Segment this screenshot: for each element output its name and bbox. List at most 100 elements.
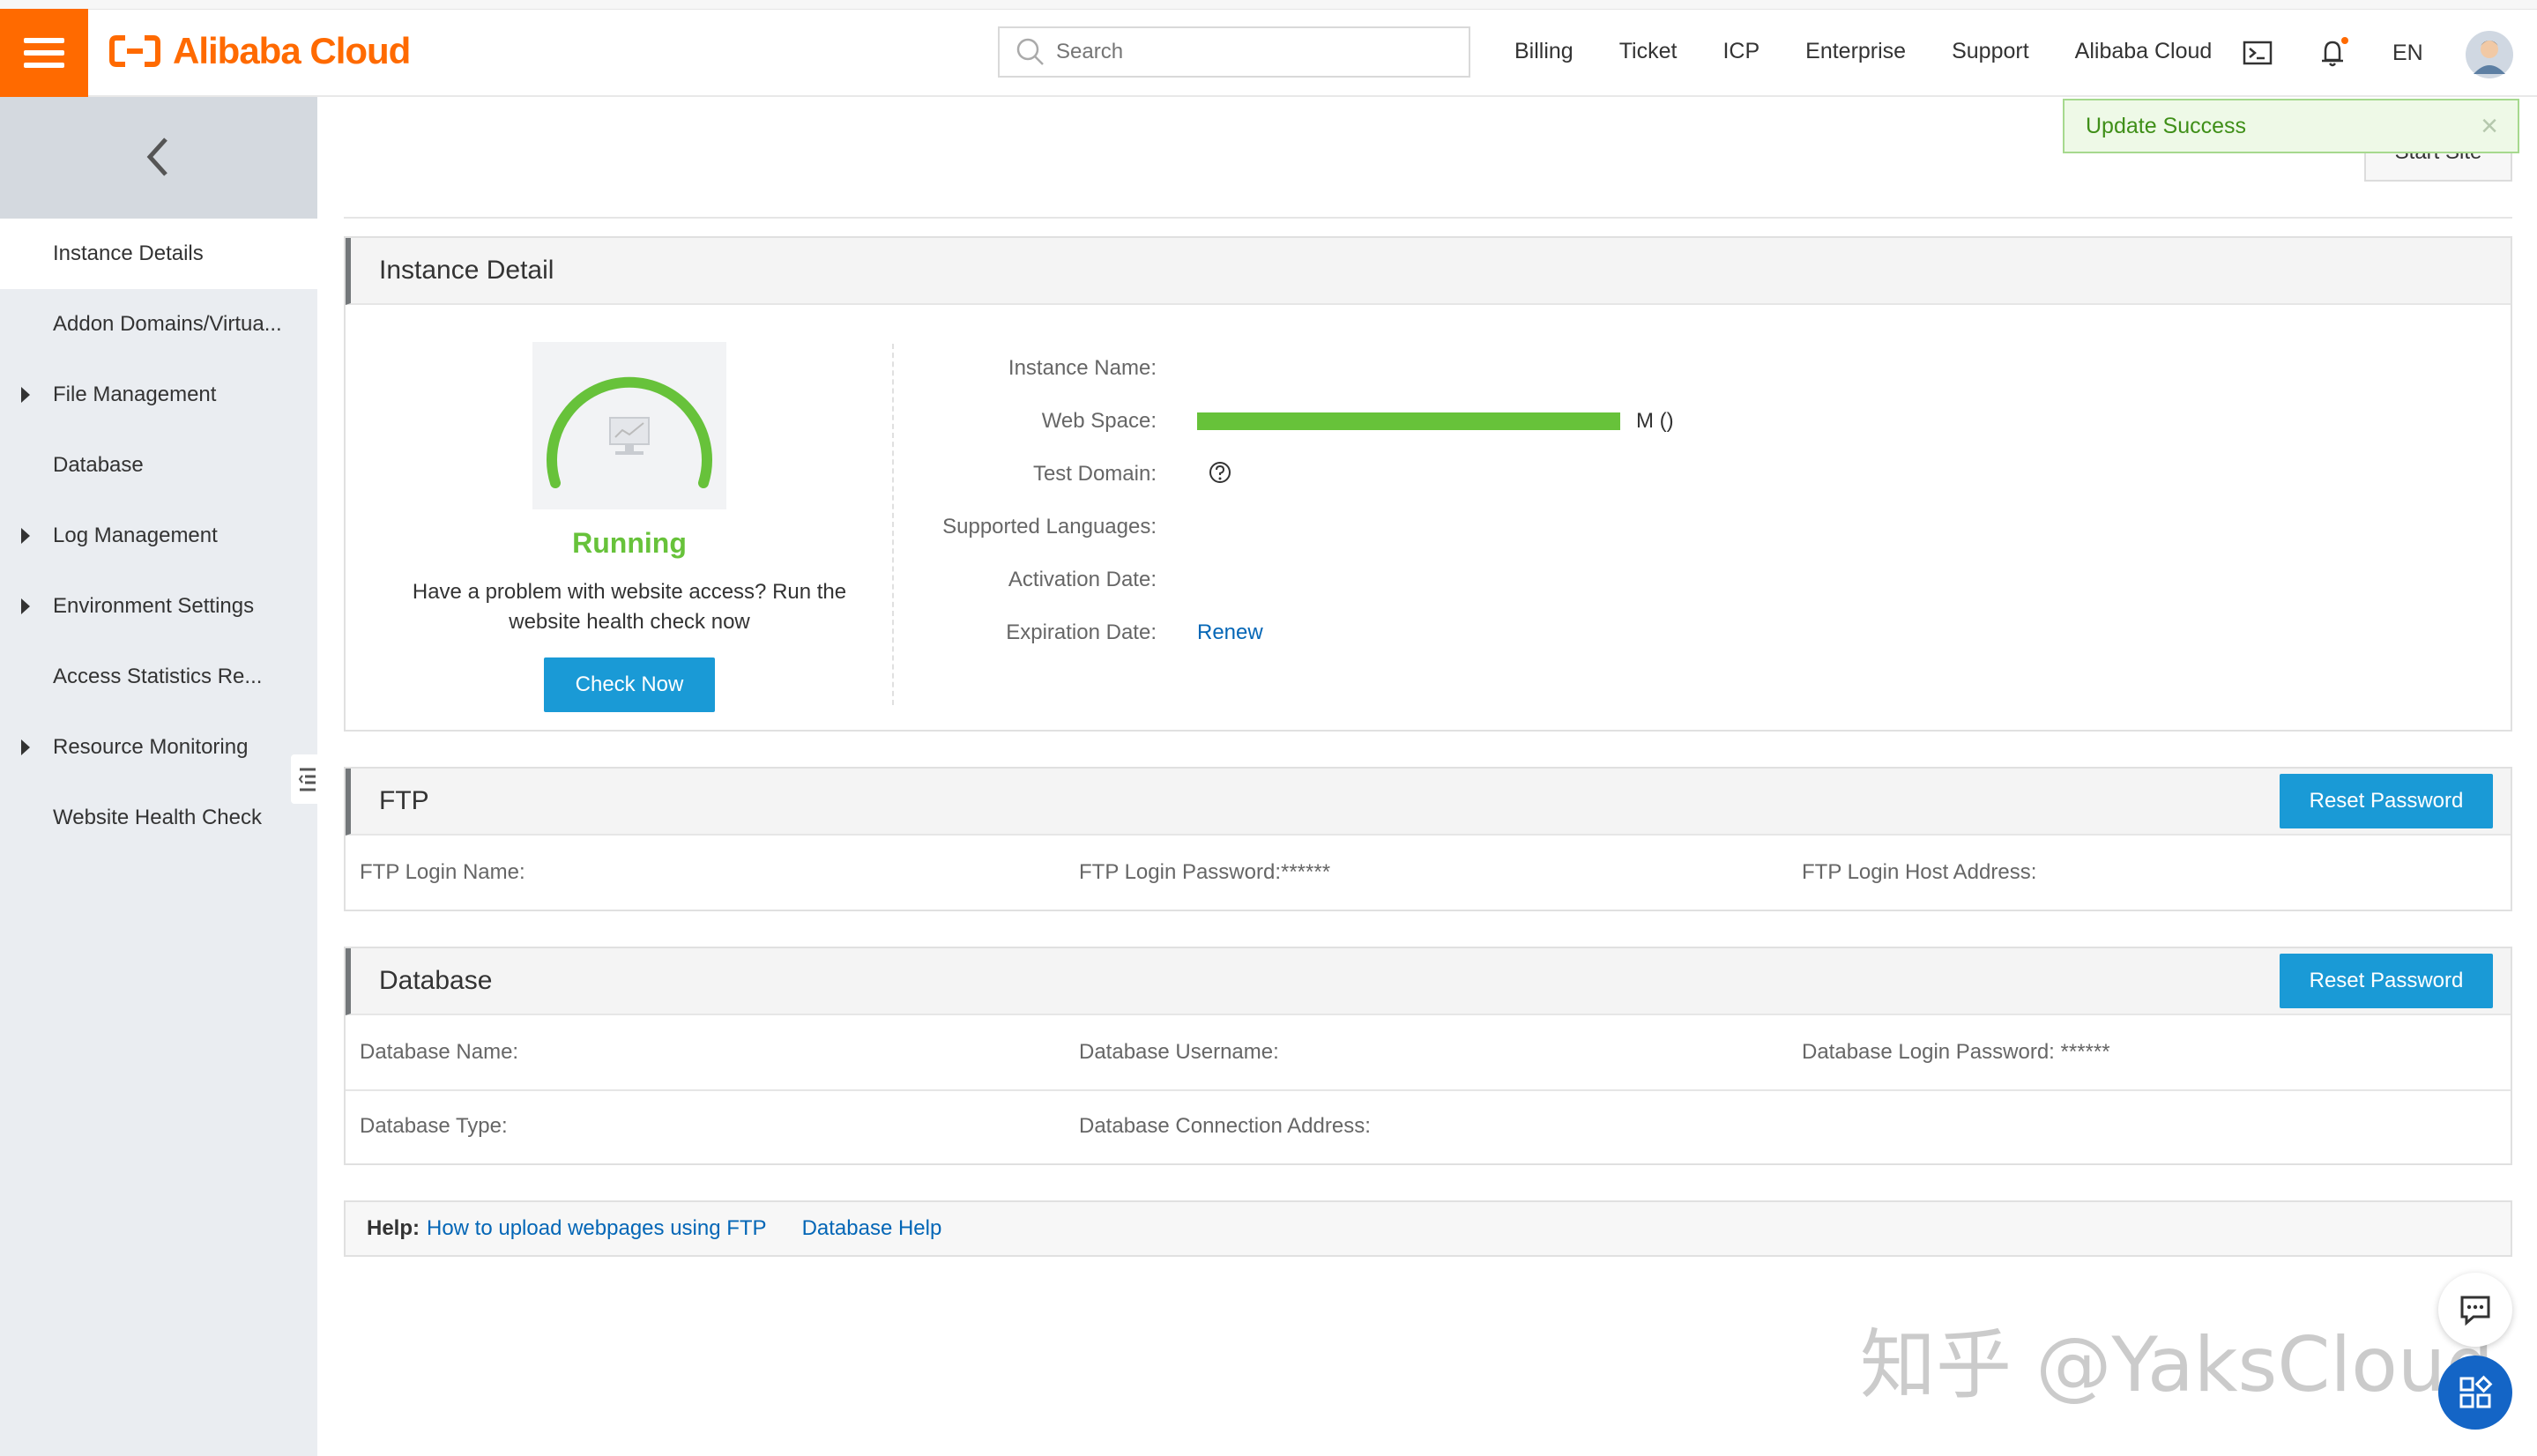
- row-divider: [346, 1089, 2511, 1091]
- panel-heading: Instance Detail: [346, 238, 2511, 305]
- nav-alibaba-cloud[interactable]: Alibaba Cloud: [2075, 39, 2213, 64]
- sidebar-item-log-management[interactable]: Log Management: [0, 501, 317, 571]
- gauge-icon: [547, 376, 712, 488]
- reset-password-label: Reset Password: [2309, 789, 2464, 813]
- label-activation-date: Activation Date:: [1008, 568, 1157, 591]
- panel-heading: Database Reset Password: [346, 948, 2511, 1015]
- nav-icp[interactable]: ICP: [1722, 39, 1760, 64]
- logo-text: Alibaba Cloud: [173, 30, 411, 71]
- check-now-label: Check Now: [575, 672, 684, 696]
- sidebar-item-website-health-check[interactable]: Website Health Check: [0, 783, 317, 853]
- web-space-bar: [1197, 412, 1620, 430]
- sidebar-item-resource-monitoring[interactable]: Resource Monitoring: [0, 712, 317, 783]
- update-success-toast: Update Success ×: [2063, 99, 2519, 153]
- label-instance-name: Instance Name:: [1008, 356, 1157, 380]
- sidebar-header: [0, 97, 317, 219]
- help-bar: Help: How to upload webpages using FTP D…: [344, 1200, 2512, 1257]
- search-input[interactable]: [1054, 39, 1446, 65]
- sidebar-item-addon-domains[interactable]: Addon Domains/Virtua...: [0, 289, 317, 360]
- terminal-icon[interactable]: [2243, 41, 2273, 65]
- label-supported-languages: Supported Languages:: [942, 515, 1157, 539]
- sidebar-item-label: Log Management: [53, 524, 218, 547]
- app-grid-button[interactable]: [2438, 1356, 2512, 1430]
- back-chevron-icon[interactable]: [145, 136, 171, 178]
- toast-message: Update Success: [2086, 113, 2247, 138]
- expand-caret-icon: [21, 528, 30, 544]
- web-space-bar-fill: [1197, 412, 1620, 430]
- ftp-reset-password-button[interactable]: Reset Password: [2280, 774, 2493, 828]
- sidebar-item-label: Database: [53, 453, 144, 477]
- label-expiration-date: Expiration Date:: [1006, 620, 1157, 644]
- nav-ticket[interactable]: Ticket: [1619, 39, 1678, 64]
- web-space-value: M (): [1636, 409, 1674, 433]
- sidebar-collapse-toggle[interactable]: [291, 754, 324, 804]
- ftp-login-password: FTP Login Password:******: [1079, 860, 1331, 884]
- expand-caret-icon: [21, 739, 30, 755]
- search-icon: [1016, 38, 1044, 65]
- toast-close-icon[interactable]: ×: [2481, 109, 2498, 144]
- sidebar: Instance Details Addon Domains/Virtua...…: [0, 97, 317, 1456]
- hamburger-menu-button[interactable]: [0, 9, 88, 97]
- database-connection-address: Database Connection Address:: [1079, 1114, 1371, 1138]
- nav-support[interactable]: Support: [1952, 39, 2029, 64]
- sidebar-item-label: File Management: [53, 383, 217, 406]
- expand-caret-icon: [21, 598, 30, 614]
- panel-title: FTP: [379, 786, 429, 815]
- help-label: Help:: [367, 1216, 420, 1240]
- status-gauge: [532, 342, 726, 509]
- feedback-button[interactable]: [2438, 1273, 2512, 1347]
- chat-icon: [2460, 1296, 2490, 1326]
- sidebar-item-access-statistics[interactable]: Access Statistics Re...: [0, 642, 317, 712]
- user-avatar[interactable]: [2465, 30, 2514, 79]
- database-type: Database Type:: [360, 1114, 508, 1138]
- reset-password-label: Reset Password: [2309, 969, 2464, 992]
- database-name: Database Name:: [360, 1040, 519, 1064]
- sidebar-item-label: Access Statistics Re...: [53, 665, 263, 688]
- panel-title: Database: [379, 966, 493, 995]
- language-switch[interactable]: EN: [2392, 41, 2423, 66]
- search-box[interactable]: [998, 26, 1470, 78]
- health-text-line1: Have a problem with website access? Run …: [412, 580, 847, 604]
- status-running: Running: [572, 527, 687, 559]
- top-line: [0, 0, 2537, 10]
- database-panel: Database Reset Password Database Name: D…: [344, 947, 2512, 1165]
- ftp-upload-help-link[interactable]: How to upload webpages using FTP: [427, 1216, 767, 1241]
- top-bar: Alibaba Cloud Billing Ticket ICP Enterpr…: [0, 0, 2537, 97]
- sidebar-item-environment-settings[interactable]: Environment Settings: [0, 571, 317, 642]
- top-nav: Billing Ticket ICP Enterprise Support Al…: [1514, 25, 2258, 78]
- label-web-space: Web Space:: [1041, 409, 1157, 433]
- database-login-password: Database Login Password: ******: [1802, 1040, 2110, 1064]
- hamburger-icon: [24, 38, 64, 68]
- alibaba-logo-icon: [109, 35, 160, 67]
- sidebar-item-label: Website Health Check: [53, 806, 262, 829]
- sidebar-item-label: Addon Domains/Virtua...: [53, 312, 282, 336]
- grid-icon: [2459, 1375, 2493, 1408]
- watermark: 知乎 @YaksCloud: [1860, 1321, 2494, 1409]
- label-test-domain: Test Domain:: [1032, 462, 1157, 486]
- health-text-line2: website health check now: [509, 610, 750, 634]
- ftp-panel: FTP Reset Password FTP Login Name: FTP L…: [344, 767, 2512, 911]
- panel-title: Instance Detail: [379, 256, 554, 285]
- sidebar-item-file-management[interactable]: File Management: [0, 360, 317, 430]
- check-now-button[interactable]: Check Now: [544, 657, 715, 712]
- sidebar-item-instance-details[interactable]: Instance Details: [0, 219, 317, 289]
- database-help-link[interactable]: Database Help: [802, 1216, 942, 1241]
- ftp-login-name: FTP Login Name:: [360, 860, 525, 884]
- sidebar-item-label: Resource Monitoring: [53, 735, 249, 759]
- sidebar-item-label: Environment Settings: [53, 594, 255, 618]
- database-username: Database Username:: [1079, 1040, 1279, 1064]
- alibaba-cloud-logo[interactable]: Alibaba Cloud: [109, 30, 411, 72]
- header-divider: [344, 217, 2512, 219]
- bell-icon[interactable]: [2317, 35, 2352, 71]
- sidebar-item-database[interactable]: Database: [0, 430, 317, 501]
- collapse-menu-icon: [298, 768, 316, 791]
- help-circle-icon[interactable]: [1208, 460, 1232, 485]
- nav-billing[interactable]: Billing: [1514, 39, 1574, 64]
- database-reset-password-button[interactable]: Reset Password: [2280, 954, 2493, 1008]
- panel-heading: FTP Reset Password: [346, 769, 2511, 836]
- expand-caret-icon: [21, 387, 30, 403]
- ftp-login-host-address: FTP Login Host Address:: [1802, 860, 2037, 884]
- renew-link[interactable]: Renew: [1197, 620, 1263, 645]
- nav-enterprise[interactable]: Enterprise: [1805, 39, 1906, 64]
- sidebar-item-label: Instance Details: [53, 241, 204, 265]
